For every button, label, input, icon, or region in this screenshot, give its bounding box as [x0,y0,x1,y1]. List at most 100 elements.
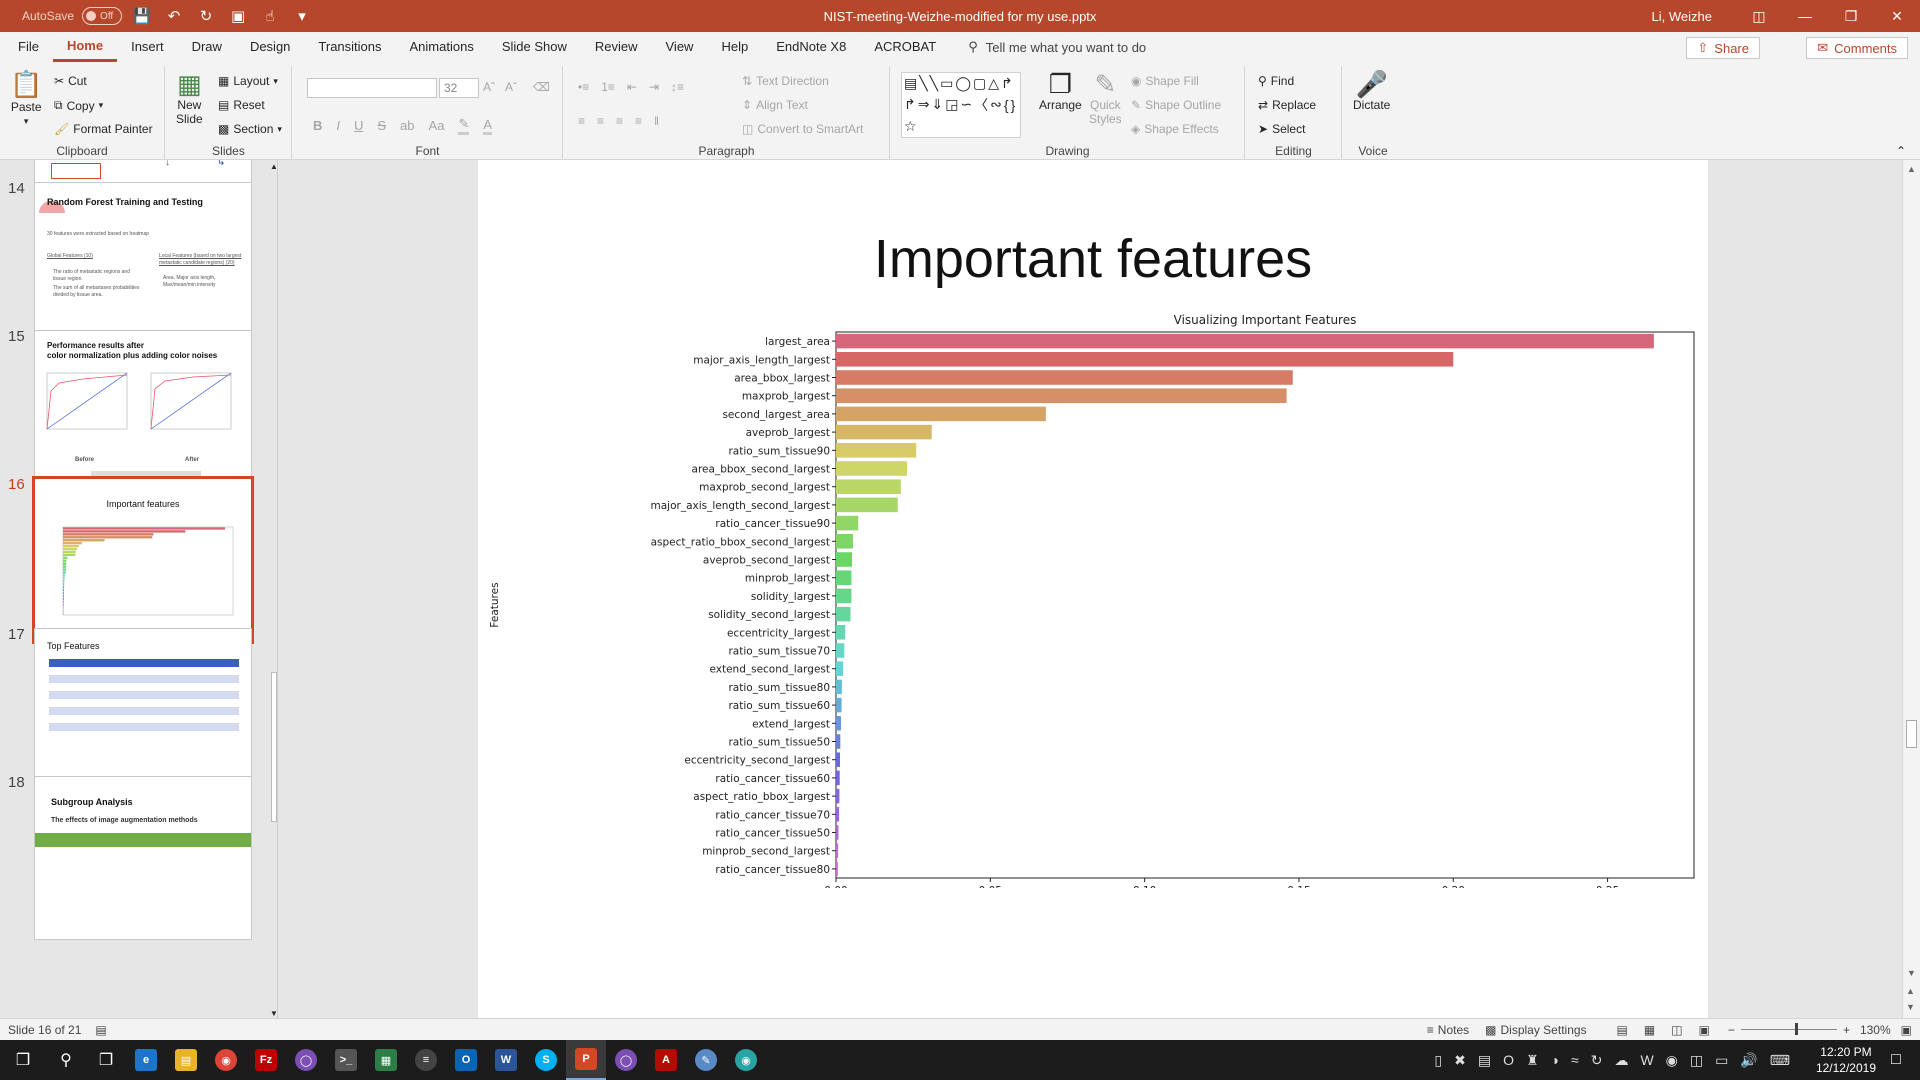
triangle-shape-icon[interactable]: △ [988,75,999,92]
tab-slide-show[interactable]: Slide Show [488,32,581,62]
outlook-icon[interactable]: O [446,1040,486,1080]
oval-shape-icon[interactable]: ◯ [955,75,971,92]
folder-tray-icon[interactable]: ▤ [1478,1052,1491,1069]
security-tray-icon[interactable]: ♜ [1526,1052,1539,1069]
align-text-button[interactable]: ⇕ Align Text [742,98,808,112]
dictate-button[interactable]: 🎤 Dictate [1353,70,1390,112]
tell-me-box[interactable]: ⚲ Tell me what you want to do [968,39,1146,55]
char-spacing-icon[interactable]: ab [400,118,414,133]
clear-formatting-icon[interactable]: ⌫ [533,80,550,94]
font-color-icon[interactable]: A [483,117,493,135]
numbering-icon[interactable]: 1≡ [601,80,615,94]
tab-view[interactable]: View [652,32,708,62]
tab-file[interactable]: File [4,32,53,62]
keyboard-icon[interactable]: ⌨ [1770,1052,1790,1069]
columns-icon[interactable]: ‖ [654,114,659,128]
callout-shape-icon[interactable]: ◲ [945,96,958,113]
task-view-icon[interactable]: ❐ [86,1040,126,1080]
collapse-ribbon-icon[interactable]: ⌃ [1896,144,1906,158]
bracket-shape-icon[interactable]: 〈 [974,95,988,115]
outlook-tray-icon[interactable]: O [1503,1052,1514,1068]
slideshow-view-icon[interactable]: ▣ [1699,1023,1710,1037]
underline-button[interactable]: U [354,118,363,133]
bullets-icon[interactable]: •≡ [578,80,589,94]
notifications-icon[interactable]: □ [1876,1040,1916,1080]
comments-button[interactable]: ✉ Comments [1806,37,1908,59]
sync-tray-icon[interactable]: ◑ [1551,1052,1559,1068]
paste-button[interactable]: 📋 Paste ▾ [10,70,42,127]
brace-shape-icon[interactable]: } [1011,97,1016,113]
textbox-shape-icon[interactable]: ▤ [904,75,917,92]
convert-smartart-button[interactable]: ◫ Convert to SmartArt [742,122,863,136]
ribbon-display-icon[interactable]: ◫ [1736,0,1782,32]
zoom-level[interactable]: 130% [1860,1023,1891,1037]
save-icon[interactable]: 💾 [130,4,154,28]
zoom-out-button[interactable]: − [1728,1023,1735,1037]
highlight-icon[interactable]: ✎ [458,116,470,135]
word-icon[interactable]: W [486,1040,526,1080]
quick-styles-button[interactable]: ✎ Quick Styles [1089,70,1122,126]
line-shape-icon[interactable]: ╲ [930,75,938,92]
connector-shape-icon[interactable]: ↱ [1001,75,1013,92]
rectangle-shape-icon[interactable]: ▭ [940,75,953,92]
new-slide-button[interactable]: ▦ New Slide [176,70,203,126]
tab-transitions[interactable]: Transitions [304,32,395,62]
touch-mode-icon[interactable]: ☝ [258,4,282,28]
grow-font-button[interactable]: Aˆ [483,80,495,94]
tab-acrobat[interactable]: ACROBAT [860,32,950,62]
filezilla-icon[interactable]: Fz [246,1040,286,1080]
select-button[interactable]: ➤ Select [1258,122,1305,136]
terminal-icon[interactable]: >_ [326,1040,366,1080]
redo-icon[interactable]: ↻ [194,4,218,28]
scroll-down-icon[interactable]: ▼ [270,1009,277,1018]
eclipse-icon[interactable]: ◯ [286,1040,326,1080]
tab-animations[interactable]: Animations [396,32,488,62]
arrow-down-shape-icon[interactable]: ⇓ [931,96,943,113]
font-name-field[interactable] [307,78,437,98]
bold-button[interactable]: B [313,118,322,133]
display-settings-button[interactable]: ▩ Display Settings [1485,1023,1586,1037]
scrollbar-thumb[interactable] [1906,720,1917,748]
close-icon[interactable]: ✕ [1874,0,1920,32]
increase-indent-icon[interactable]: ⇥ [649,80,659,94]
browser-icon[interactable]: ◉ [726,1040,766,1080]
thumbnails-scrollbar[interactable]: ▲ ▼ [270,160,277,1020]
tab-insert[interactable]: Insert [117,32,178,62]
previous-slide-icon[interactable]: ▲ [1906,986,1915,996]
reset-button[interactable]: ▤ Reset [218,98,265,112]
zoom-slider[interactable] [1740,1023,1837,1035]
scrollbar-thumb[interactable] [271,672,277,822]
star-shape-icon[interactable]: ☆ [904,118,917,135]
slide-thumbnail-17[interactable]: Top Features [34,628,252,792]
shape-outline-button[interactable]: ✎ Shape Outline [1131,98,1221,112]
shrink-font-button[interactable]: Aˇ [505,80,517,94]
find-button[interactable]: ⚲ Find [1258,74,1294,88]
slide-thumbnail-16[interactable]: Important features [32,476,254,644]
decrease-indent-icon[interactable]: ⇤ [627,80,637,94]
strikethrough-button[interactable]: S [377,118,386,133]
search-icon[interactable]: ⚲ [46,1040,86,1080]
autosave-toggle[interactable]: Off [82,7,123,25]
share-button[interactable]: ⇧ Share [1686,37,1760,59]
slide-thumbnail-14[interactable]: Random Forest Training and Testing 30 fe… [34,182,252,346]
slide-thumbnail-18[interactable]: Subgroup Analysis The effects of image a… [34,776,252,940]
shape-effects-button[interactable]: ◈ Shape Effects [1131,122,1219,136]
store-icon[interactable]: ▦ [366,1040,406,1080]
slide-title[interactable]: Important features [478,228,1708,290]
normal-view-icon[interactable]: ▤ [1617,1023,1628,1037]
section-button[interactable]: ▩ Section ▾ [218,122,282,136]
slide-sorter-icon[interactable]: ▦ [1644,1023,1655,1037]
cloud-icon[interactable]: ☁ [1614,1052,1628,1069]
customize-qat-icon[interactable]: ▾ [290,4,314,28]
text-direction-button[interactable]: ⇅ Text Direction [742,74,829,88]
paint-icon[interactable]: ✎ [686,1040,726,1080]
arrow-right-shape-icon[interactable]: ⇒ [918,96,930,113]
italic-button[interactable]: I [336,118,340,133]
reading-view-icon[interactable]: ◫ [1671,1023,1682,1037]
app-tray-icon[interactable]: ✖ [1454,1052,1466,1069]
chrome-icon[interactable]: ◉ [206,1040,246,1080]
word-tray-icon[interactable]: W [1640,1052,1653,1068]
rounded-rect-shape-icon[interactable]: ▢ [973,75,986,92]
fit-to-window-icon[interactable]: ▣ [1901,1023,1912,1037]
powerpoint-icon[interactable]: P [566,1040,606,1080]
